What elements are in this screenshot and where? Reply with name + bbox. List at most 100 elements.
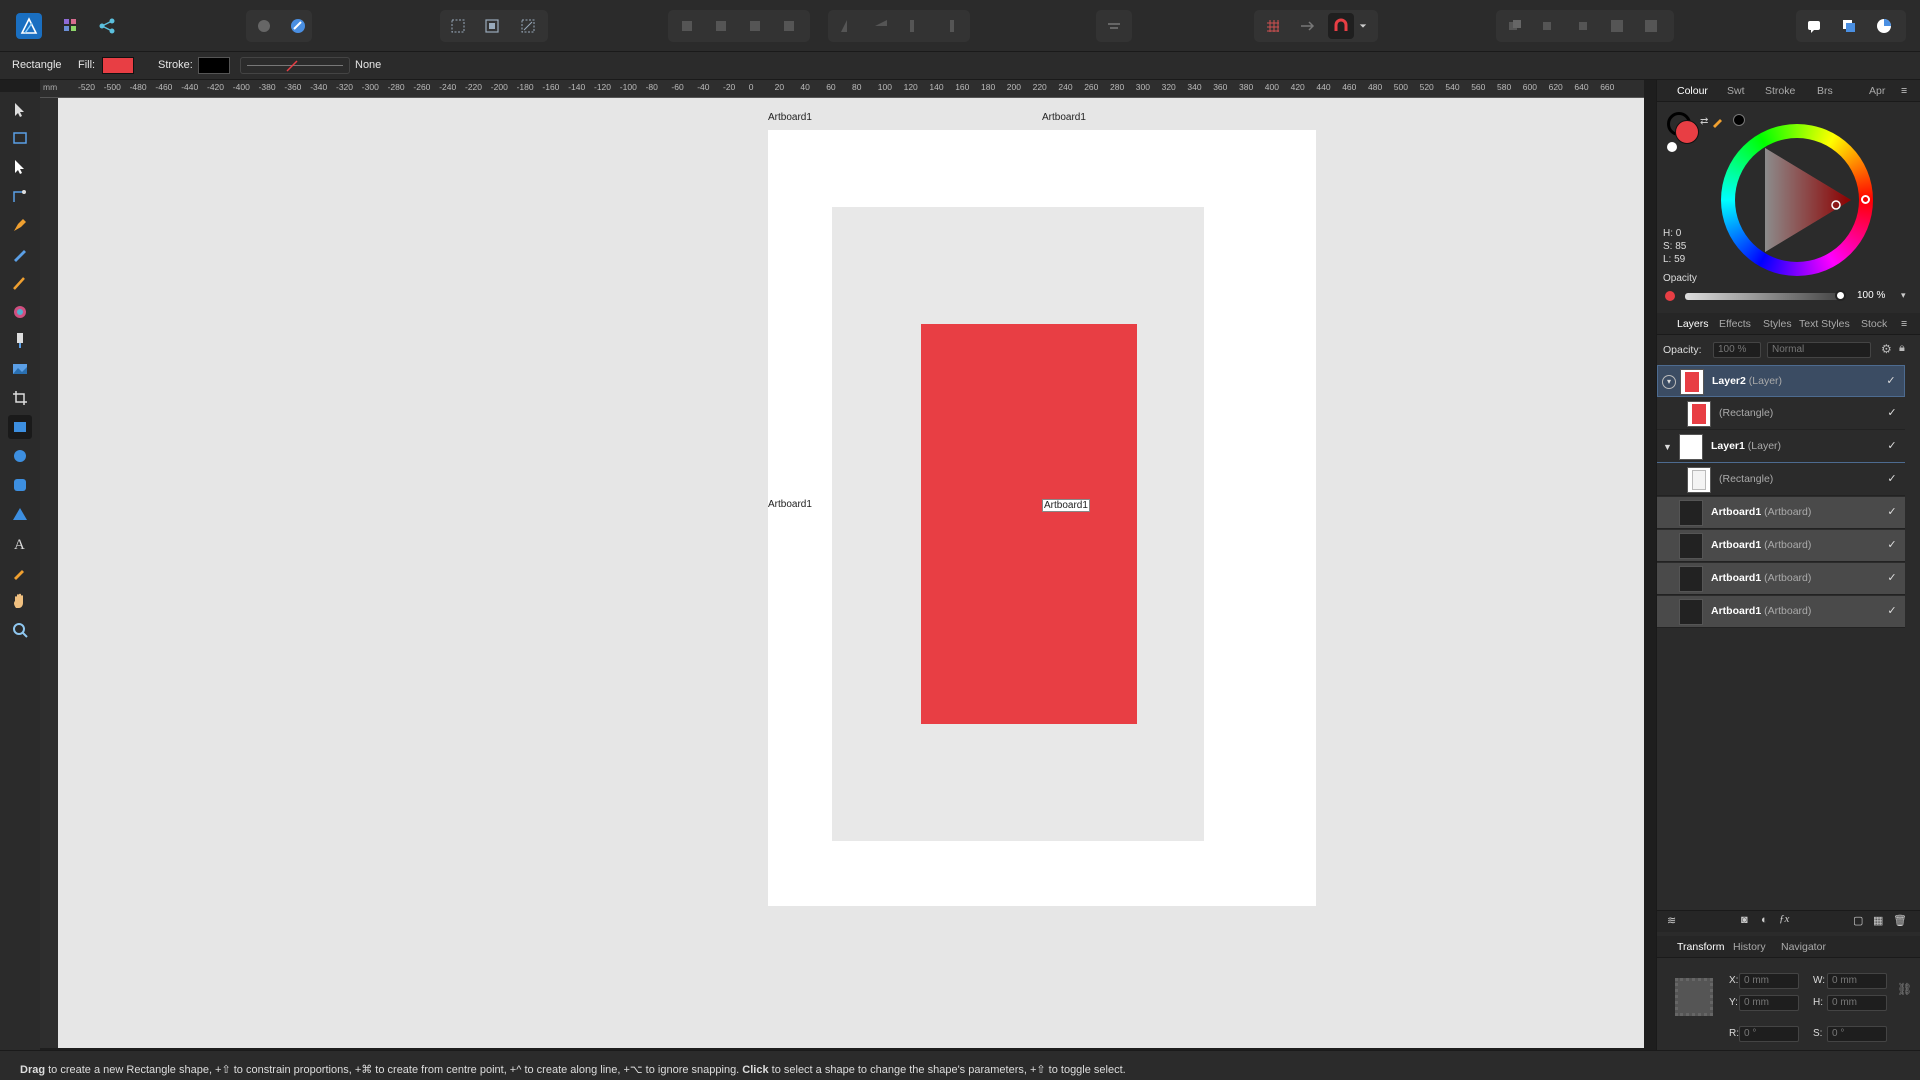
colour-wheel[interactable] xyxy=(1721,124,1873,276)
artboard-tool-icon[interactable] xyxy=(8,126,32,150)
pixel-persona-icon[interactable] xyxy=(58,13,84,39)
visibility-checkbox[interactable]: ✓ xyxy=(1884,374,1898,388)
flip-horizontal-icon[interactable] xyxy=(834,13,860,39)
panel-menu-icon[interactable]: ≡ xyxy=(1901,318,1907,330)
assistant-icon[interactable] xyxy=(1801,13,1827,39)
adjustment-icon[interactable]: ◐ xyxy=(1761,914,1768,926)
layer-row[interactable]: Artboard1 (Artboard) ✓ xyxy=(1657,596,1905,628)
swap-colors-icon[interactable]: ⇄ xyxy=(1700,116,1708,127)
tab-text-styles[interactable]: Text Styles xyxy=(1799,318,1850,330)
tab-brushes[interactable]: Brs xyxy=(1817,85,1833,97)
opacity-dropdown-icon[interactable]: ▾ xyxy=(1901,290,1906,301)
select-deselect-icon[interactable] xyxy=(515,13,541,39)
subtract-boolean-icon[interactable] xyxy=(1536,13,1562,39)
node-tool-icon[interactable] xyxy=(8,155,32,179)
hand-tool-icon[interactable] xyxy=(8,589,32,613)
ellipse-tool-icon[interactable] xyxy=(8,444,32,468)
h-field[interactable]: 0 mm xyxy=(1827,995,1887,1011)
transparency-tool-icon[interactable] xyxy=(8,328,32,352)
horizontal-ruler[interactable]: mm -520 -500 -480 -460 -440 -420 -400 -380 -360-… xyxy=(40,80,1644,98)
mask-icon[interactable]: ◙ xyxy=(1741,914,1748,926)
xor-boolean-icon[interactable] xyxy=(1604,13,1630,39)
layer-row[interactable]: Artboard1 (Artboard) ✓ xyxy=(1657,497,1905,529)
tab-appearance[interactable]: Apr xyxy=(1869,85,1885,97)
panel-menu-icon[interactable]: ≡ xyxy=(1901,85,1907,97)
tab-stroke[interactable]: Stroke xyxy=(1765,85,1795,97)
move-forward-icon[interactable] xyxy=(742,13,768,39)
fill-color-swatch[interactable] xyxy=(102,57,134,74)
trash-icon[interactable]: 🗑︎ xyxy=(1893,914,1907,927)
hue-handle[interactable] xyxy=(1861,195,1870,204)
crop-tool-icon[interactable] xyxy=(8,386,32,410)
add-boolean-icon[interactable] xyxy=(1502,13,1528,39)
tab-transform[interactable]: Transform xyxy=(1677,941,1724,953)
select-inverse-icon[interactable] xyxy=(479,13,505,39)
studio-icon[interactable] xyxy=(1836,13,1862,39)
layer-row[interactable]: ▼ Layer1 (Layer) ✓ xyxy=(1657,431,1905,463)
visibility-checkbox[interactable]: ✓ xyxy=(1885,439,1899,453)
rectangle-tool-icon[interactable] xyxy=(8,415,32,439)
x-field[interactable]: 0 mm xyxy=(1739,973,1799,989)
tab-layers[interactable]: Layers xyxy=(1677,318,1709,330)
layer-row[interactable]: (Rectangle) ✓ xyxy=(1657,464,1905,496)
link-icon[interactable]: ⛓︎ xyxy=(1897,982,1912,996)
artboard-label[interactable]: Artboard1 xyxy=(768,499,812,510)
fill-circle[interactable] xyxy=(1675,120,1699,144)
visibility-checkbox[interactable]: ✓ xyxy=(1885,505,1899,519)
export-persona-icon[interactable] xyxy=(94,13,120,39)
triangle-tool-icon[interactable] xyxy=(8,502,32,526)
blend-mode-select[interactable]: Normal xyxy=(1767,342,1871,358)
layer-row[interactable]: Artboard1 (Artboard) ✓ xyxy=(1657,530,1905,562)
opacity-value[interactable]: 100 % xyxy=(1857,290,1885,301)
layers-stack-icon[interactable]: ≋ xyxy=(1667,914,1676,927)
vector-brush-tool-icon[interactable] xyxy=(8,271,32,295)
move-back-icon[interactable] xyxy=(674,13,700,39)
stroke-width-slider[interactable] xyxy=(240,57,350,74)
align-icon[interactable] xyxy=(1101,13,1127,39)
document-canvas[interactable]: Artboard1 Artboard1 Artboard1 Artboard1 xyxy=(58,98,1644,1048)
layer-row[interactable]: (Rectangle) ✓ xyxy=(1657,398,1905,430)
settings-icon[interactable] xyxy=(251,13,277,39)
tab-swatches[interactable]: Swt xyxy=(1727,85,1745,97)
lock-icon[interactable]: 🔒︎ xyxy=(1899,342,1905,355)
place-image-tool-icon[interactable] xyxy=(8,357,32,381)
tab-navigator[interactable]: Navigator xyxy=(1781,941,1826,953)
add-pixel-layer-icon[interactable]: ▦ xyxy=(1873,914,1883,927)
w-field[interactable]: 0 mm xyxy=(1827,973,1887,989)
tab-colour[interactable]: Colour xyxy=(1677,85,1708,97)
collapse-icon[interactable]: ▾ xyxy=(1662,375,1676,389)
opacity-slider[interactable] xyxy=(1685,290,1846,301)
fx-icon[interactable]: ƒx xyxy=(1779,913,1789,925)
layer-opacity-field[interactable]: 100 % xyxy=(1713,342,1761,358)
color-picker-tool-icon[interactable] xyxy=(8,560,32,584)
text-tool-icon[interactable]: A xyxy=(8,531,32,555)
flip-vertical-icon[interactable] xyxy=(868,13,894,39)
move-tool-icon[interactable] xyxy=(8,98,32,122)
pen-tool-icon[interactable] xyxy=(8,213,32,237)
artboard-label[interactable]: Artboard1 xyxy=(768,112,812,123)
artboard-label[interactable]: Artboard1 xyxy=(1042,112,1086,123)
stroke-color-swatch[interactable] xyxy=(198,57,230,74)
visibility-checkbox[interactable]: ✓ xyxy=(1885,538,1899,552)
brush-shape-icon[interactable] xyxy=(285,13,311,39)
red-rectangle[interactable] xyxy=(921,324,1137,724)
snapping-dropdown-icon[interactable] xyxy=(1356,13,1370,39)
anchor-selector[interactable] xyxy=(1675,978,1713,1016)
opacity-slider-handle[interactable] xyxy=(1835,290,1846,301)
rounded-rectangle-tool-icon[interactable] xyxy=(8,473,32,497)
rotation-field[interactable]: 0 ° xyxy=(1739,1026,1799,1042)
pencil-tool-icon[interactable] xyxy=(8,242,32,266)
eyedropper-icon[interactable] xyxy=(1711,112,1727,131)
picked-color-swatch[interactable] xyxy=(1733,114,1745,126)
move-front-icon[interactable] xyxy=(776,13,802,39)
app-logo-icon[interactable] xyxy=(16,13,42,39)
layer-row[interactable]: Artboard1 (Artboard) ✓ xyxy=(1657,563,1905,595)
divide-boolean-icon[interactable] xyxy=(1638,13,1664,39)
select-all-icon[interactable] xyxy=(445,13,471,39)
intersect-boolean-icon[interactable] xyxy=(1570,13,1596,39)
add-layer-icon[interactable]: ▢ xyxy=(1853,914,1863,927)
colour-studio-icon[interactable] xyxy=(1871,13,1897,39)
rotate-left-icon[interactable] xyxy=(902,13,928,39)
move-backward-icon[interactable] xyxy=(708,13,734,39)
corner-tool-icon[interactable] xyxy=(8,184,32,208)
